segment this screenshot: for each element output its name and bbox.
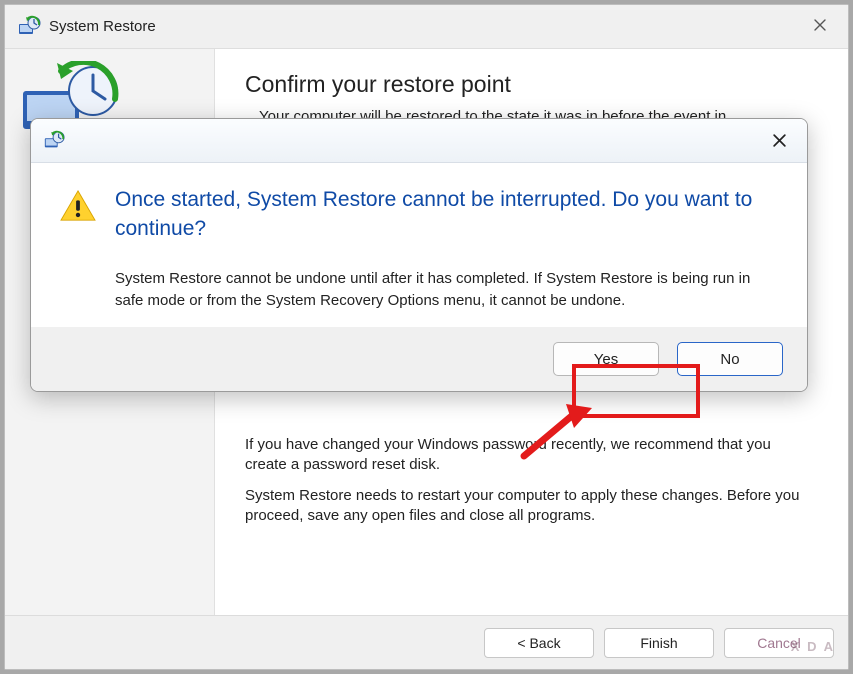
dialog-content: Once started, System Restore cannot be i… xyxy=(31,163,807,327)
dialog-titlebar xyxy=(31,119,807,163)
cancel-button[interactable]: Cancel xyxy=(724,628,834,658)
close-icon xyxy=(772,133,787,148)
yes-button[interactable]: Yes xyxy=(553,342,659,376)
confirmation-dialog: Once started, System Restore cannot be i… xyxy=(30,118,808,392)
wizard-title: System Restore xyxy=(49,18,156,35)
finish-button[interactable]: Finish xyxy=(604,628,714,658)
dialog-body-text: System Restore cannot be undone until af… xyxy=(115,268,779,312)
back-button[interactable]: < Back xyxy=(484,628,594,658)
no-button[interactable]: No xyxy=(677,342,783,376)
wizard-footer: < Back Finish Cancel xyxy=(5,615,848,669)
dialog-app-icon xyxy=(43,130,65,152)
warning-icon xyxy=(59,189,97,223)
wizard-restart-note: System Restore needs to restart your com… xyxy=(245,486,808,525)
dialog-text-column: Once started, System Restore cannot be i… xyxy=(115,185,779,311)
wizard-password-note: If you have changed your Windows passwor… xyxy=(245,435,808,474)
wizard-titlebar: System Restore xyxy=(5,5,848,49)
system-restore-icon xyxy=(15,13,43,41)
wizard-heading: Confirm your restore point xyxy=(245,71,808,98)
dialog-icon-column xyxy=(59,185,115,311)
wizard-close-button[interactable] xyxy=(798,9,842,41)
dialog-heading: Once started, System Restore cannot be i… xyxy=(115,185,779,244)
dialog-footer: Yes No xyxy=(31,327,807,391)
dialog-close-button[interactable] xyxy=(759,125,799,155)
close-icon xyxy=(813,18,827,32)
